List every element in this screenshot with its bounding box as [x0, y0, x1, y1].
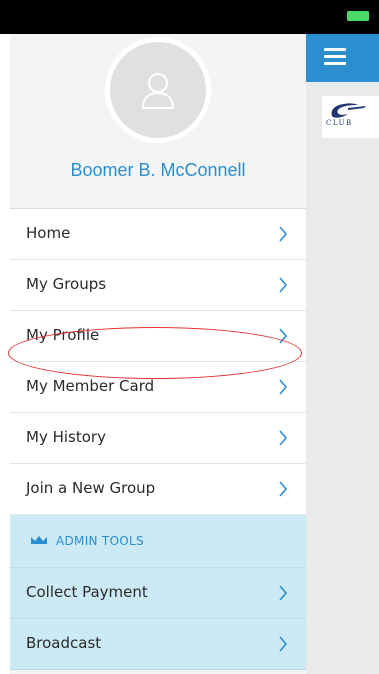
main-panel: CLUB — [306, 34, 379, 674]
menu-item-label: Home — [26, 224, 71, 242]
club-logo: CLUB — [322, 96, 379, 138]
menu-item-label: Collect Payment — [26, 583, 148, 601]
chevron-right-icon — [279, 585, 288, 601]
chevron-right-icon — [279, 430, 288, 446]
menu-item-broadcast[interactable]: Broadcast — [10, 619, 306, 670]
hamburger-menu-icon[interactable] — [324, 48, 346, 66]
admin-tools-title: ADMIN TOOLS — [56, 534, 144, 548]
menu-item-label: Join a New Group — [26, 479, 156, 497]
logo-text: CLUB — [326, 119, 353, 127]
user-silhouette-icon — [141, 73, 175, 109]
menu-item-my-member-card[interactable]: My Member Card — [10, 362, 306, 413]
menu-item-label: My History — [26, 428, 106, 446]
chevron-right-icon — [279, 226, 288, 242]
chevron-right-icon — [279, 636, 288, 652]
menu-item-my-history[interactable]: My History — [10, 413, 306, 464]
chevron-right-icon — [279, 481, 288, 497]
battery-icon — [347, 11, 369, 21]
menu-item-label: My Member Card — [26, 377, 155, 395]
menu-item-home[interactable]: Home — [10, 209, 306, 260]
menu-item-label: Broadcast — [26, 634, 102, 652]
menu-item-my-groups[interactable]: My Groups — [10, 260, 306, 311]
admin-tools-header: ADMIN TOOLS — [10, 515, 306, 568]
menu-item-collect-payment[interactable]: Collect Payment — [10, 568, 306, 619]
side-drawer: Boomer B. McConnell Home My Groups My Pr… — [10, 34, 306, 674]
chevron-right-icon — [279, 379, 288, 395]
avatar[interactable] — [110, 42, 206, 138]
user-name: Boomer B. McConnell — [70, 160, 246, 180]
crown-icon — [31, 536, 47, 544]
profile-header: Boomer B. McConnell — [10, 34, 306, 209]
menu-item-label: My Profile — [26, 326, 100, 344]
chevron-right-icon — [279, 277, 288, 293]
menu-item-join-new-group[interactable]: Join a New Group — [10, 464, 306, 515]
menu-item-my-profile[interactable]: My Profile — [10, 311, 306, 362]
content-area — [306, 82, 379, 674]
logo-swoosh-icon — [331, 103, 366, 118]
drawer-menu: Home My Groups My Profile My Member Card… — [10, 209, 306, 670]
status-bar — [0, 0, 379, 34]
menu-item-label: My Groups — [26, 275, 107, 293]
chevron-right-icon — [279, 328, 288, 344]
nav-bar — [306, 34, 379, 82]
